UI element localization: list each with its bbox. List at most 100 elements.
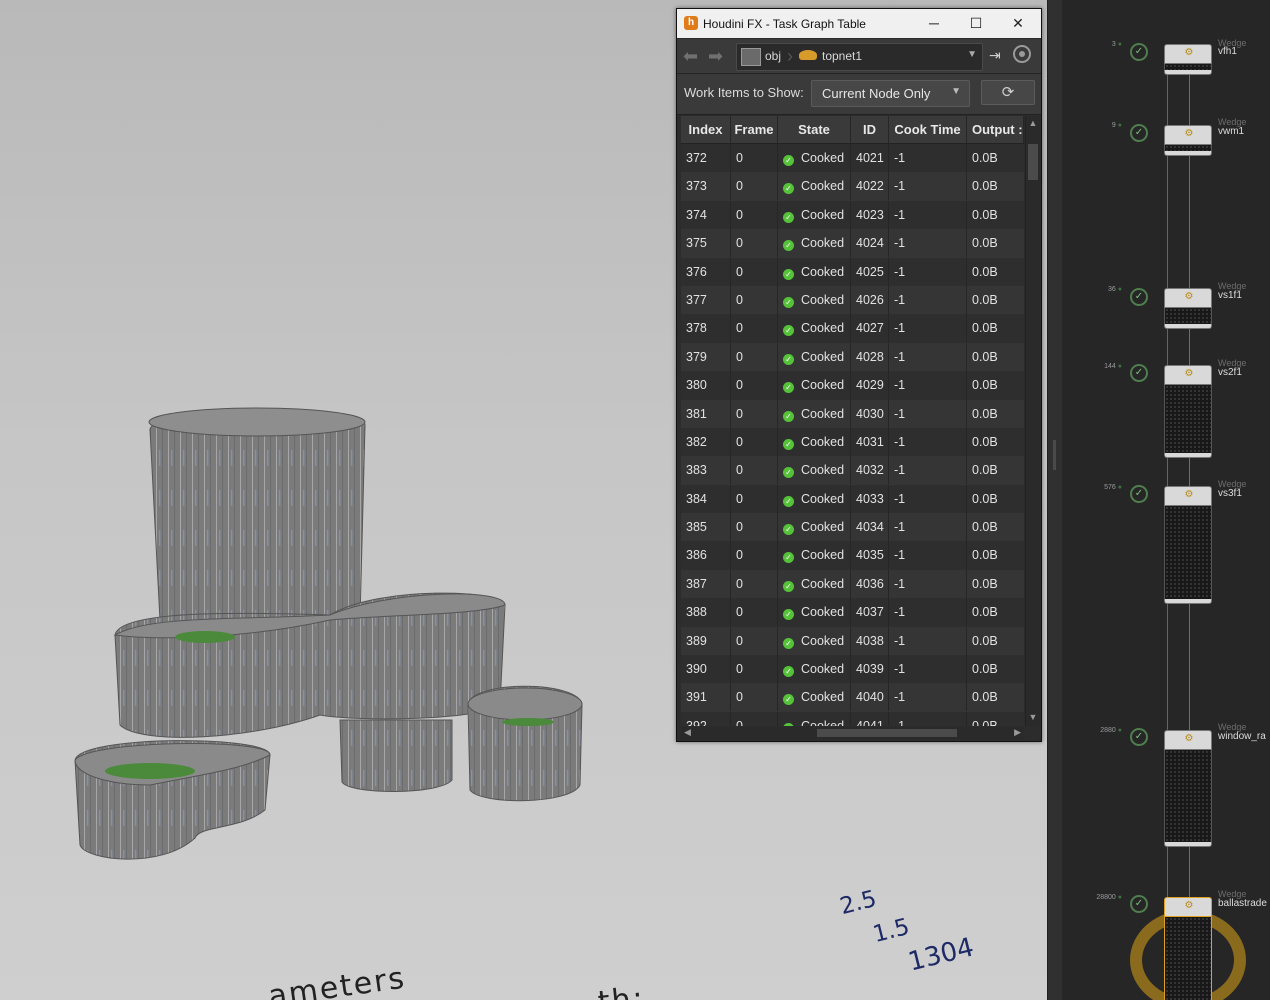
table-row[interactable]: 377 0 ✓ Cooked 4026 -1 0.0B (681, 285, 1024, 315)
cooked-check-icon: ✓ (1130, 895, 1148, 913)
cell-state: ✓ Cooked (778, 541, 851, 570)
table-row[interactable]: 378 0 ✓ Cooked 4027 -1 0.0B (681, 314, 1024, 343)
building-right-small (467, 685, 583, 802)
cell-cook-time: -1 (889, 484, 967, 513)
table-row[interactable]: 385 0 ✓ Cooked 4034 -1 0.0B (681, 513, 1024, 542)
table-row[interactable]: 388 0 ✓ Cooked 4037 -1 0.0B (681, 598, 1024, 627)
vertical-scrollbar[interactable]: ▲ ▼ (1025, 116, 1040, 726)
minimize-button[interactable]: ─ (913, 9, 955, 38)
cell-output: 0.0B (972, 633, 998, 648)
work-item-count: 3 (1072, 41, 1122, 48)
cell-frame: 0 (731, 598, 778, 627)
topnet-icon (799, 50, 817, 60)
cooked-status-icon: ✓ (783, 211, 794, 223)
path-dropdown-icon[interactable]: ▼ (967, 49, 977, 60)
cell-output: 0.0B (972, 718, 998, 726)
work-items-dropdown[interactable]: Current Node Only ▼ (811, 80, 970, 107)
table-row[interactable]: 373 0 ✓ Cooked 4022 -1 0.0B (681, 172, 1024, 201)
cell-state: ✓ Cooked (778, 569, 851, 598)
cell-id: 4026 (851, 285, 889, 314)
forward-arrow-icon[interactable]: ➡ (708, 46, 723, 67)
table-row[interactable]: 389 0 ✓ Cooked 4038 -1 0.0B (681, 626, 1024, 656)
cell-output: 0.0B (972, 207, 998, 222)
cooked-check-icon: ✓ (1130, 364, 1148, 382)
node-name: vfh1 (1218, 46, 1237, 57)
cell-state: ✓ Cooked (778, 257, 851, 286)
cooked-status-icon: ✓ (783, 637, 794, 649)
scroll-thumb[interactable] (817, 729, 957, 737)
network-editor[interactable]: Wedge vfh1 3 ✓ ⚙ Wedge vwm1 9 ✓ ⚙ Wedge … (1062, 0, 1270, 1000)
cell-output: 0.0B (972, 548, 998, 563)
column-frame[interactable]: Frame (731, 116, 778, 143)
cell-id: 4039 (851, 655, 889, 684)
path-field[interactable]: obj › topnet1 ▼ (736, 43, 983, 71)
path-crumb-topnet1[interactable]: topnet1 (822, 49, 862, 63)
column-output[interactable]: Output : (967, 116, 1024, 143)
cell-id: 4035 (851, 541, 889, 570)
table-row[interactable]: 381 0 ✓ Cooked 4030 -1 0.0B (681, 399, 1024, 428)
obj-network-icon (741, 48, 761, 66)
table-row[interactable]: 387 0 ✓ Cooked 4036 -1 0.0B (681, 569, 1024, 599)
scroll-thumb[interactable] (1028, 144, 1038, 180)
horizontal-scrollbar[interactable]: ◀ ▶ (681, 727, 1024, 739)
table-row[interactable]: 374 0 ✓ Cooked 4023 -1 0.0B (681, 200, 1024, 229)
table-row[interactable]: 376 0 ✓ Cooked 4025 -1 0.0B (681, 257, 1024, 286)
column-id[interactable]: ID (851, 116, 889, 143)
table-row[interactable]: 390 0 ✓ Cooked 4039 -1 0.0B (681, 655, 1024, 684)
table-row[interactable]: 379 0 ✓ Cooked 4028 -1 0.0B (681, 342, 1024, 372)
pane-splitter[interactable] (1047, 0, 1063, 1000)
cell-cook-time: -1 (889, 285, 967, 314)
cooked-status-icon: ✓ (783, 268, 794, 280)
scroll-left-icon[interactable]: ◀ (684, 727, 691, 738)
cell-index: 378 (681, 314, 731, 343)
table-row[interactable]: 383 0 ✓ Cooked 4032 -1 0.0B (681, 456, 1024, 485)
table-row[interactable]: 386 0 ✓ Cooked 4035 -1 0.0B (681, 541, 1024, 570)
pin-icon[interactable]: ⇥ (989, 47, 1001, 64)
cell-index: 390 (681, 655, 731, 684)
maximize-button[interactable]: ☐ (955, 9, 997, 38)
scroll-up-icon[interactable]: ▲ (1027, 118, 1039, 130)
cell-index: 386 (681, 541, 731, 570)
state-label: Cooked (801, 576, 845, 591)
work-item-count: 9 (1072, 122, 1122, 129)
splitter-grip-icon[interactable] (1053, 440, 1056, 470)
table-row[interactable]: 3920 ✓ Cooked 4041-1 0.0B (681, 711, 1024, 726)
cell-frame: 0 (731, 513, 778, 542)
table-row[interactable]: 382 0 ✓ Cooked 4031 -1 0.0B (681, 427, 1024, 456)
scroll-down-icon[interactable]: ▼ (1027, 712, 1039, 724)
cell-state: ✓ Cooked (778, 626, 851, 655)
task-graph-table-window[interactable]: h Houdini FX - Task Graph Table ─ ☐ ✕ ⬅ … (676, 8, 1042, 742)
path-crumb-obj[interactable]: obj (765, 49, 781, 63)
column-index[interactable]: Index (681, 116, 731, 143)
table-row[interactable]: 384 0 ✓ Cooked 4033 -1 0.0B (681, 484, 1024, 513)
work-items-table[interactable]: Index Frame State ID Cook Time Output : … (681, 116, 1024, 726)
cell-output: 0.0B (972, 264, 998, 279)
column-cook-time[interactable]: Cook Time (889, 116, 967, 143)
state-label: Cooked (801, 434, 845, 449)
cell-output: 0.0B (972, 463, 998, 478)
cell-state: ✓ Cooked (778, 655, 851, 684)
table-row[interactable]: 372 0 ✓ Cooked 4021 -1 0.0B (681, 144, 1024, 172)
scroll-right-icon[interactable]: ▶ (1014, 727, 1021, 738)
table-row[interactable]: 391 0 ✓ Cooked 4040 -1 0.0B (681, 683, 1024, 712)
refresh-button[interactable]: ⟳ (981, 80, 1035, 105)
cooked-status-icon: ✓ (783, 382, 794, 394)
cell-index: 392 (681, 711, 731, 726)
state-label: Cooked (801, 520, 845, 535)
cell-state: ✓ Cooked (778, 229, 851, 258)
state-label: Cooked (801, 236, 845, 251)
close-button[interactable]: ✕ (997, 9, 1039, 38)
column-state[interactable]: State (778, 116, 851, 143)
cell-cook-time: -1 (889, 427, 967, 456)
wedge-icon: ⚙ (1184, 489, 1194, 500)
cell-cook-time: -1 (889, 144, 967, 172)
cell-state: ✓ Cooked (778, 456, 851, 485)
table-row[interactable]: 375 0 ✓ Cooked 4024 -1 0.0B (681, 229, 1024, 258)
cell-id: 4024 (851, 229, 889, 258)
window-titlebar[interactable]: h Houdini FX - Task Graph Table ─ ☐ ✕ (677, 9, 1041, 38)
back-arrow-icon[interactable]: ⬅ (683, 46, 698, 67)
state-label: Cooked (801, 662, 845, 677)
cell-cook-time: -1 (889, 314, 967, 343)
target-icon[interactable] (1013, 45, 1031, 63)
table-row[interactable]: 380 0 ✓ Cooked 4029 -1 0.0B (681, 371, 1024, 400)
